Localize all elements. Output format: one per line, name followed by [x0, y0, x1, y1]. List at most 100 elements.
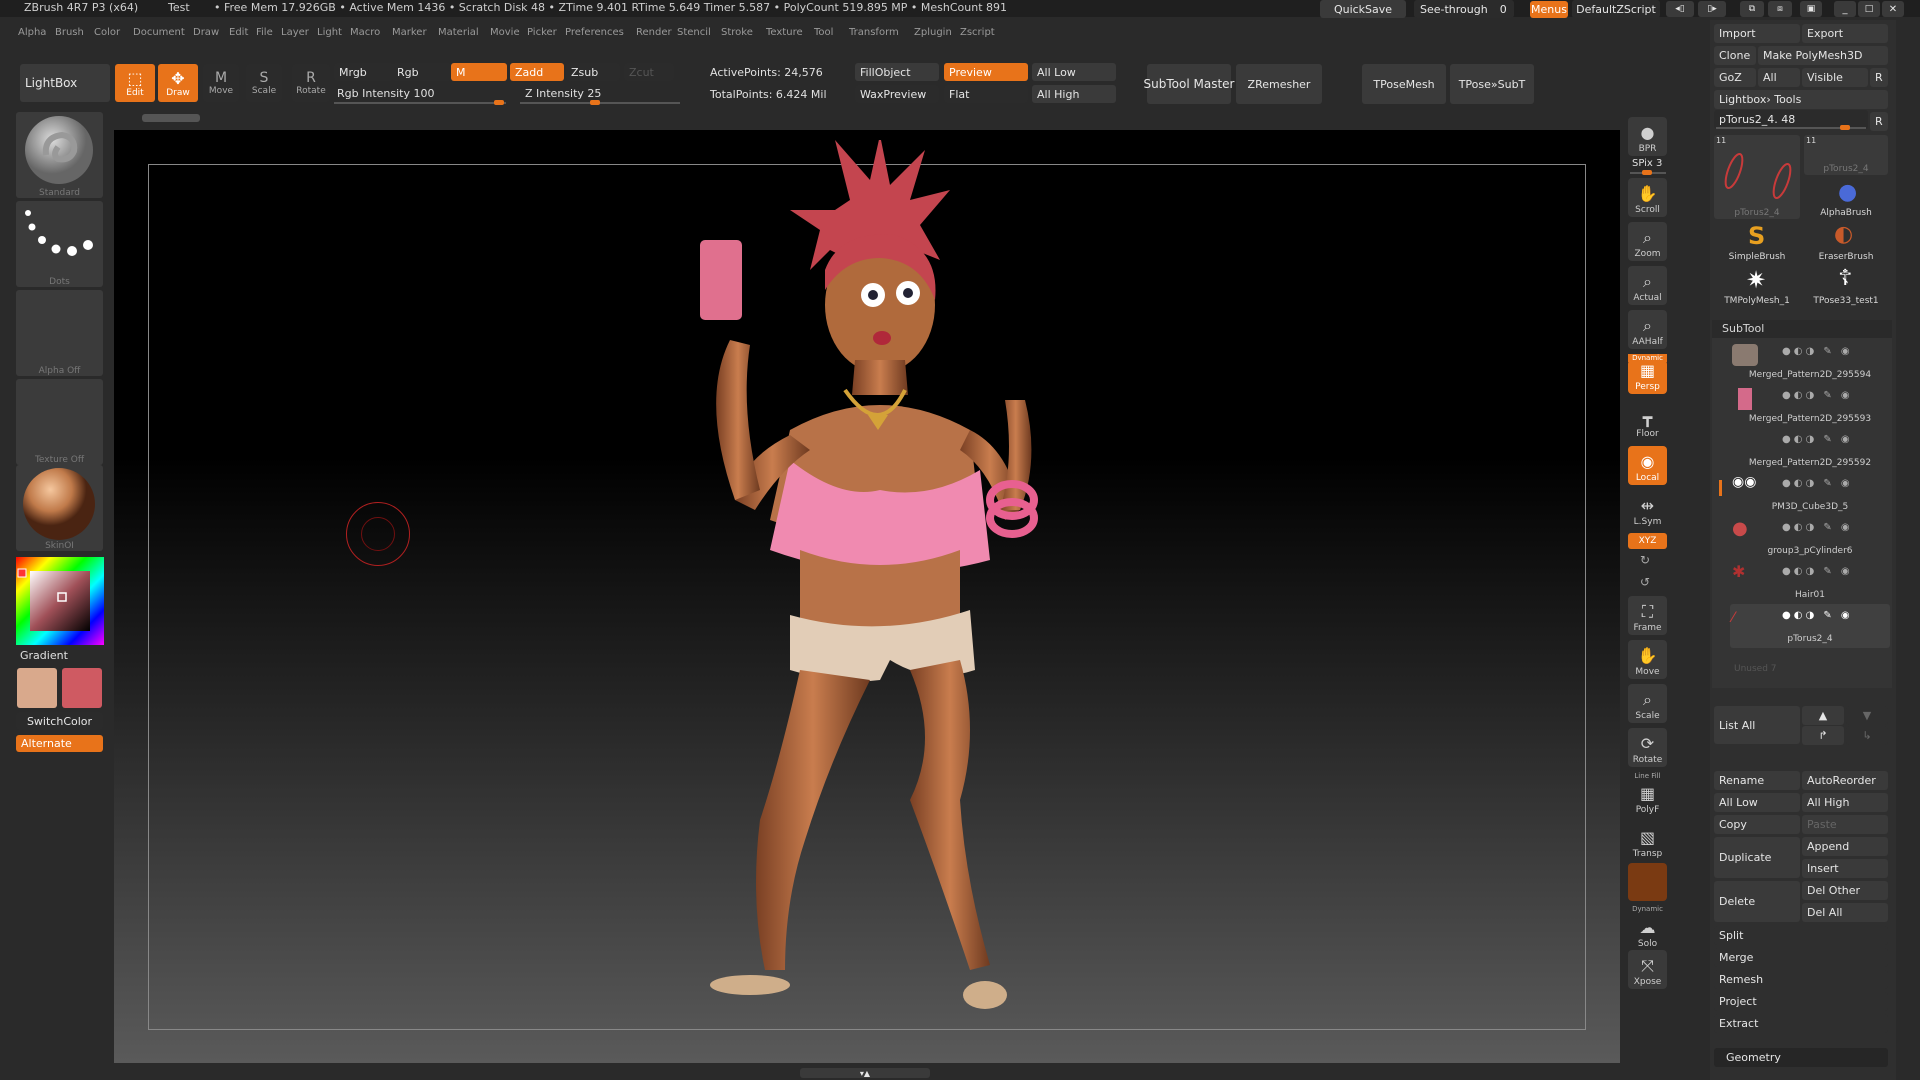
menu-item-document[interactable]: Document	[133, 27, 185, 38]
bpr-button[interactable]: ● BPR	[1628, 117, 1667, 156]
project-menu[interactable]: Project	[1714, 992, 1888, 1011]
all-high-button[interactable]: All High	[1032, 85, 1116, 103]
subtool-item-selected[interactable]: ⁄ ●◐◑ ✎ ◉ pTorus2_4	[1730, 604, 1890, 648]
rgb-intensity-track[interactable]	[334, 100, 506, 105]
alpha-slot[interactable]: Alpha Off	[16, 290, 103, 376]
all-low-button[interactable]: All Low	[1032, 63, 1116, 81]
lightbox-tools-button[interactable]: Lightbox› Tools	[1714, 90, 1888, 109]
floor-button[interactable]: ┳ Floor	[1628, 402, 1667, 441]
scale-view-button[interactable]: ⌕ Scale	[1628, 684, 1667, 723]
polyf-button[interactable]: ▦ PolyF	[1628, 778, 1667, 817]
export-button[interactable]: Export	[1802, 24, 1888, 43]
subtool-toggles[interactable]: ●◐◑ ✎ ◉	[1782, 566, 1853, 577]
menu-item-zscript[interactable]: Zscript	[960, 27, 995, 38]
tool-thumb-simplebrush[interactable]: S SimpleBrush	[1714, 222, 1800, 262]
list-all-button[interactable]: List All	[1714, 706, 1800, 744]
texture-slot[interactable]: Texture Off	[16, 379, 103, 465]
menu-item-zplugin[interactable]: Zplugin	[914, 27, 952, 38]
current-tool-r-button[interactable]: R	[1870, 112, 1888, 131]
xyz-button[interactable]: XYZ	[1628, 533, 1667, 549]
move-mode-button[interactable]: M Move	[203, 64, 239, 102]
tool-thumb-tmpolymesh[interactable]: ✷ TMPolyMesh_1	[1714, 266, 1800, 306]
zadd-button[interactable]: Zadd	[510, 63, 564, 81]
gradient-label[interactable]: Gradient	[20, 649, 68, 662]
menu-item-color[interactable]: Color	[94, 27, 120, 38]
goz-visible-button[interactable]: Visible	[1802, 68, 1868, 87]
tool-thumb-tpose33[interactable]: ☦ TPose33_test1	[1804, 266, 1888, 306]
wax-preview-button[interactable]: WaxPreview	[855, 85, 939, 103]
local-button[interactable]: ◉ Local	[1628, 446, 1667, 485]
rename-button[interactable]: Rename	[1714, 771, 1800, 790]
brush-slot[interactable]: Standard	[16, 112, 103, 198]
current-tool-track[interactable]	[1716, 125, 1866, 130]
close-icon[interactable]: ✕	[1882, 1, 1904, 17]
menu-item-marker[interactable]: Marker	[392, 27, 427, 38]
subtool-item[interactable]: ●◐◑ ✎ ◉ Merged_Pattern2D_295593	[1730, 384, 1890, 428]
minimize-icon[interactable]: _	[1834, 1, 1856, 17]
layout2-icon[interactable]: ⧈	[1768, 1, 1792, 17]
menu-item-stencil[interactable]: Stencil	[677, 27, 711, 38]
menu-item-alpha[interactable]: Alpha	[18, 27, 46, 38]
delete-button[interactable]: Delete	[1714, 881, 1800, 922]
merge-menu[interactable]: Merge	[1714, 948, 1888, 967]
color-picker[interactable]	[16, 557, 104, 645]
menu-item-light[interactable]: Light	[317, 27, 342, 38]
arrow-right-icon[interactable]: ↱	[1802, 726, 1844, 745]
split-menu[interactable]: Split	[1714, 926, 1888, 945]
subtool-item[interactable]: ●◐◑ ✎ ◉ Merged_Pattern2D_295594	[1730, 340, 1890, 384]
menu-item-picker[interactable]: Picker	[527, 27, 557, 38]
subtool-item[interactable]: ✱ ●◐◑ ✎ ◉ Hair01	[1730, 560, 1890, 604]
lightbox-button[interactable]: LightBox	[20, 64, 110, 102]
tool-thumb-ptorus-b[interactable]: 11 pTorus2_4	[1804, 135, 1888, 175]
subtool-item[interactable]: ● ●◐◑ ✎ ◉ group3_pCylinder6	[1730, 516, 1890, 560]
menu-item-file[interactable]: File	[256, 27, 273, 38]
subtool-item[interactable]: ◉◉ ●◐◑ ✎ ◉ PM3D_Cube3D_5	[1730, 472, 1890, 516]
insert-button[interactable]: Insert	[1802, 859, 1888, 878]
tool-scroll-handle[interactable]	[142, 114, 200, 122]
xpose-button[interactable]: ⤧ Xpose	[1628, 950, 1667, 989]
rgb-button[interactable]: Rgb	[392, 63, 452, 81]
extract-menu[interactable]: Extract	[1714, 1014, 1888, 1033]
arrow-down-right-icon[interactable]: ↳	[1846, 726, 1888, 745]
default-zscript-button[interactable]: DefaultZScript	[1572, 0, 1660, 18]
import-button[interactable]: Import	[1714, 24, 1800, 43]
move-view-button[interactable]: ✋ Move	[1628, 640, 1667, 679]
scroll-button[interactable]: ✋ Scroll	[1628, 178, 1667, 217]
subtool-toggles[interactable]: ●◐◑ ✎ ◉	[1782, 478, 1853, 489]
menu-item-preferences[interactable]: Preferences	[565, 27, 624, 38]
goz-r-button[interactable]: R	[1870, 68, 1888, 87]
material-slot[interactable]: SkinOI	[16, 465, 103, 551]
subtool-toggles[interactable]: ●◐◑ ✎ ◉	[1782, 390, 1853, 401]
transp-button[interactable]: ▧ Transp	[1628, 822, 1667, 861]
frame-button[interactable]: ⛶ Frame	[1628, 596, 1667, 635]
tool-thumb-alphabrush[interactable]: ● AlphaBrush	[1804, 178, 1888, 218]
tool-thumb-eraserbrush[interactable]: ◐ EraserBrush	[1804, 222, 1888, 262]
menu-item-tool[interactable]: Tool	[814, 27, 833, 38]
subtool-toggles[interactable]: ●◐◑ ✎ ◉	[1782, 522, 1853, 533]
actual-button[interactable]: ⌕ Actual	[1628, 266, 1667, 305]
spix-control[interactable]: SPix 3	[1632, 158, 1662, 169]
menu-item-layer[interactable]: Layer	[281, 27, 309, 38]
tpose-mesh-button[interactable]: TPoseMesh	[1362, 64, 1446, 104]
duplicate-button[interactable]: Duplicate	[1714, 837, 1800, 878]
persp-button[interactable]: ▦ Persp	[1628, 360, 1667, 394]
goz-all-button[interactable]: All	[1758, 68, 1800, 87]
move-up-icon[interactable]: ▲	[1802, 706, 1844, 725]
stroke-slot[interactable]: Dots	[16, 201, 103, 287]
paste-button[interactable]: Paste	[1802, 815, 1888, 834]
tool-thumb-ptorus-a[interactable]: 11 pTorus2_4	[1714, 135, 1800, 219]
tpose-subt-button[interactable]: TPose»SubT	[1450, 64, 1534, 104]
subtool-toggles[interactable]: ●◐◑ ✎ ◉	[1782, 346, 1853, 357]
subtool-toggles[interactable]: ●◐◑ ✎ ◉	[1782, 610, 1853, 621]
tray-left-icon[interactable]: ◂▯	[1666, 1, 1694, 17]
flat-button[interactable]: Flat	[944, 85, 1028, 103]
aahalf-button[interactable]: ⌕ AAHalf	[1628, 310, 1667, 349]
zoom-button[interactable]: ⌕ Zoom	[1628, 222, 1667, 261]
solo-button[interactable]: ☁ Solo	[1628, 912, 1667, 951]
autoreorder-button[interactable]: AutoReorder	[1802, 771, 1888, 790]
ghost-button[interactable]	[1628, 863, 1667, 901]
menu-item-material[interactable]: Material	[438, 27, 479, 38]
edit-mode-button[interactable]: ⬚ Edit	[115, 64, 155, 102]
spix-slider[interactable]	[1630, 170, 1666, 175]
rotate-z-icon[interactable]: ↺	[1640, 575, 1650, 589]
